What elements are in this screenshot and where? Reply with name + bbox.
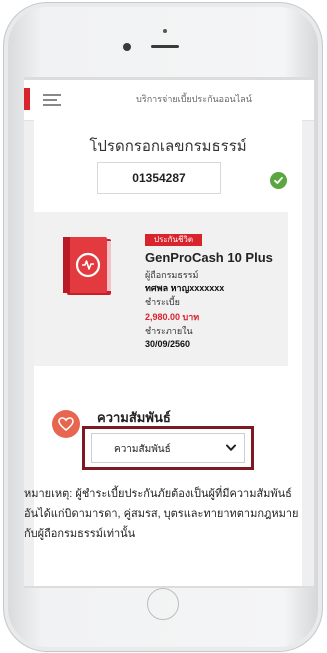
front-camera — [123, 43, 131, 51]
policy-number-prompt: โปรดกรอกเลขกรมธรรม์ — [89, 138, 247, 155]
brand-accent — [24, 88, 30, 110]
relationship-note: หมายเหตุ: ผู้ชำระเบี้ยประกันภัยต้องเป็นผ… — [24, 488, 299, 540]
relationship-select-highlight: ความสัมพันธ์ — [82, 426, 254, 470]
earpiece-speaker — [151, 45, 179, 48]
premium-amount: 2,980.00 บาท — [145, 312, 200, 322]
home-button[interactable] — [147, 588, 179, 620]
relationship-title: ความสัมพันธ์ — [97, 410, 171, 425]
check-circle-icon — [270, 172, 287, 189]
relationship-select-value: ความสัมพันธ์ — [114, 444, 171, 455]
policy-type-badge: ประกันชีวิต — [145, 234, 203, 246]
app-header: บริการจ่ายเบี้ยประกันออนไลน์ — [24, 80, 314, 121]
hamburger-menu-icon[interactable] — [43, 94, 61, 106]
holder-label: ผู้ถือกรมธรรม์ — [145, 270, 199, 280]
app-screen: บริการจ่ายเบี้ยประกันออนไลน์ โปรดกรอกเลข… — [24, 77, 314, 588]
holder-name: ทศพล หาญxxxxxxx — [145, 283, 225, 293]
chevron-down-icon — [226, 444, 236, 451]
premium-label: ชำระเบี้ย — [145, 297, 180, 307]
main-card: โปรดกรอกเลขกรมธรรม์ ประกันชีวิต GenProCa… — [24, 120, 302, 586]
page-title: บริการจ่ายเบี้ยประกันออนไลน์ — [136, 94, 252, 104]
policy-summary: ประกันชีวิต GenProCash 10 Plus ผู้ถือกรม… — [34, 212, 288, 366]
policy-number-input[interactable] — [97, 162, 221, 194]
bottom-divider — [24, 586, 314, 588]
due-label: ชำระภายใน — [145, 326, 193, 336]
heart-icon — [52, 410, 80, 438]
relationship-select[interactable]: ความสัมพันธ์ — [91, 433, 245, 463]
plan-name: GenProCash 10 Plus — [145, 250, 273, 265]
insurance-book-icon — [61, 235, 115, 299]
due-date: 30/09/2560 — [145, 339, 191, 349]
proximity-sensor — [163, 29, 167, 33]
